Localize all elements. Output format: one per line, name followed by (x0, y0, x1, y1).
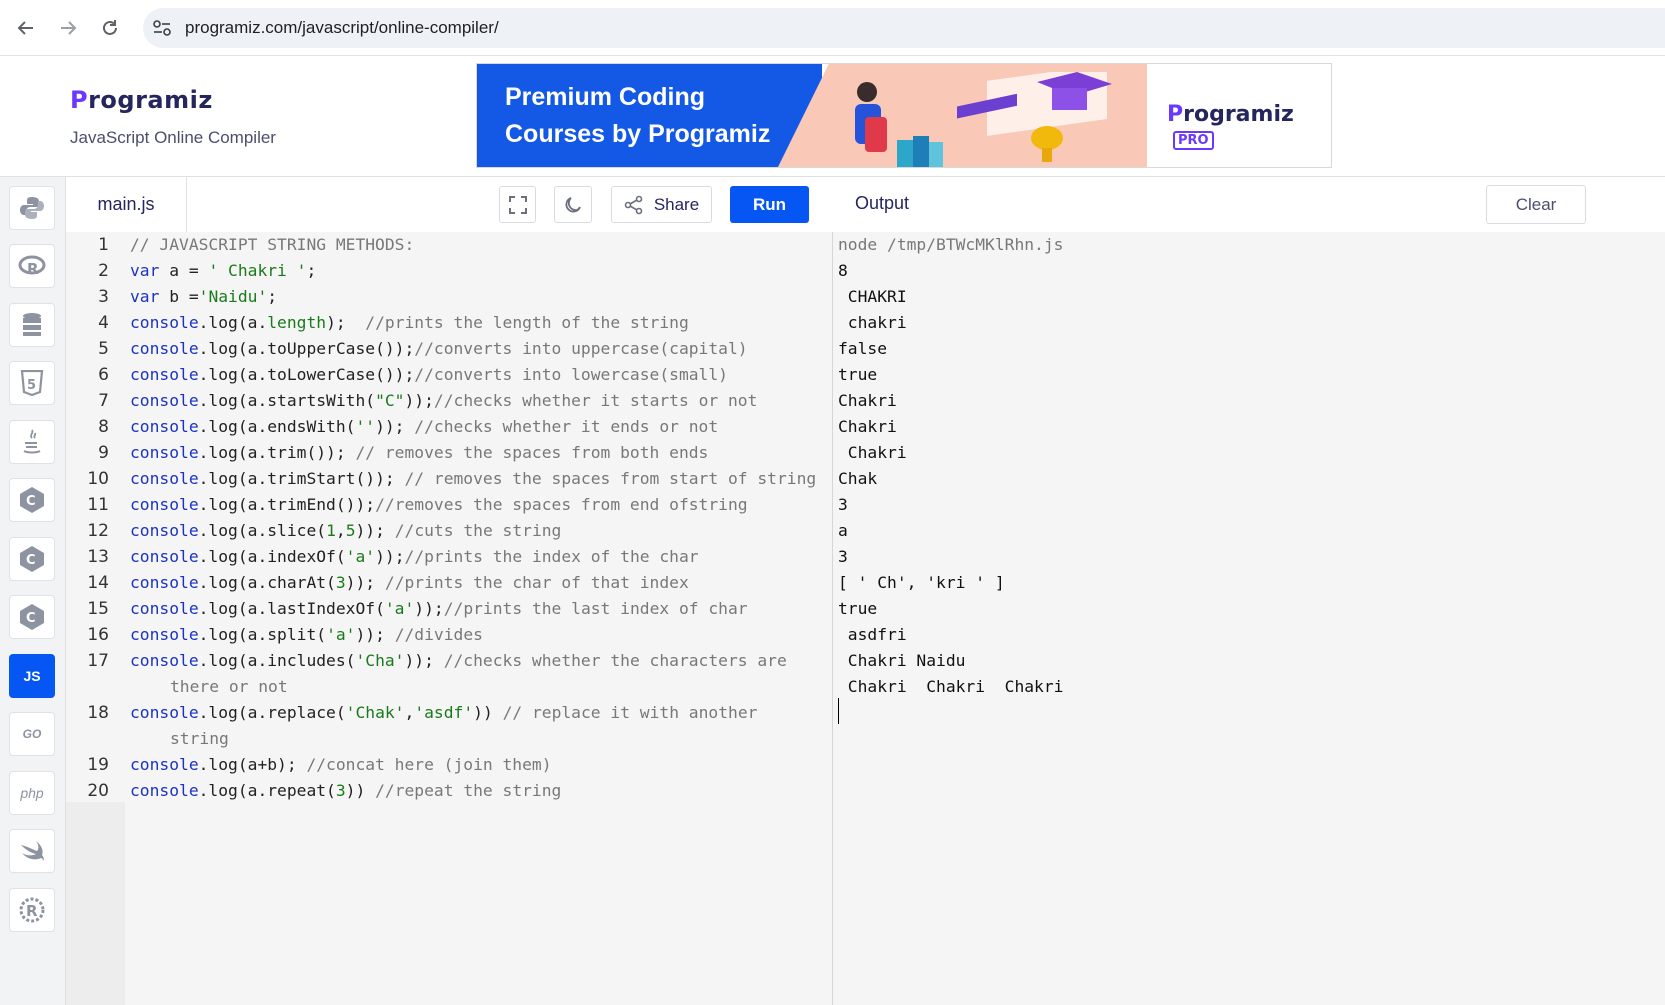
python-icon[interactable] (9, 186, 55, 230)
r-icon[interactable]: R (9, 244, 55, 288)
share-icon (624, 195, 643, 214)
svg-text:5: 5 (27, 378, 36, 393)
svg-text:R: R (26, 902, 38, 920)
browser-toolbar: programiz.com/javascript/online-compiler… (0, 0, 1665, 56)
database-icon[interactable] (9, 303, 55, 347)
moon-icon (565, 196, 581, 212)
java-icon[interactable] (9, 420, 55, 464)
output-line: false (838, 339, 888, 358)
file-tab-main-js[interactable]: main.js (66, 177, 187, 232)
text-cursor (838, 698, 839, 724)
code-editor[interactable]: 1// JAVASCRIPT STRING METHODS: 2 var a = … (66, 232, 833, 1005)
output-line: chakri (838, 313, 917, 332)
site-settings-icon[interactable] (151, 17, 173, 39)
output-line: [ ' Ch', 'kri ' ] (838, 573, 1005, 592)
output-line: Chakri Naidu (838, 651, 966, 670)
svg-text:R: R (27, 260, 39, 278)
fullscreen-icon (508, 195, 527, 214)
js-icon[interactable]: JS (9, 654, 55, 698)
output-line: 8 (838, 261, 848, 280)
output-line: 3 (838, 495, 848, 514)
site-header: Programiz JavaScript Online Compiler Pre… (0, 56, 1665, 177)
go-icon[interactable]: GO (9, 712, 55, 756)
output-line: true (838, 365, 878, 384)
svg-text:C: C (26, 494, 36, 509)
html5-icon[interactable]: 5 (9, 361, 55, 405)
php-icon[interactable]: php (9, 771, 55, 815)
address-bar[interactable]: programiz.com/javascript/online-compiler… (143, 8, 1665, 48)
c-icon[interactable]: C (9, 478, 55, 522)
svg-text:C: C (26, 553, 36, 568)
cpp-icon[interactable]: C (9, 537, 55, 581)
back-icon[interactable] (12, 14, 40, 42)
output-line: node /tmp/BTWcMKlRhn.js (838, 235, 1064, 254)
clear-button[interactable]: Clear (1486, 185, 1586, 224)
output-line: true (838, 599, 878, 618)
ad-banner[interactable]: Premium Coding Courses by Programiz Prog… (476, 63, 1332, 168)
output-console[interactable]: node /tmp/BTWcMKlRhn.js 8 CHAKRI chakri … (833, 232, 1665, 1005)
output-header: Output Clear (833, 177, 1665, 233)
fullscreen-button[interactable] (499, 186, 536, 223)
language-sidebar: R 5 C C C JS GO php R (0, 177, 66, 1005)
rust-icon[interactable]: R (9, 888, 55, 932)
url-text: programiz.com/javascript/online-compiler… (185, 18, 499, 37)
svg-text:C: C (26, 611, 36, 626)
dark-mode-button[interactable] (554, 186, 592, 223)
editor-toolbar: main.js Share Run (66, 177, 832, 233)
banner-title-line2: Courses by Programiz (505, 120, 771, 148)
output-line: Chakri (838, 443, 907, 462)
banner-illustration (855, 72, 1112, 167)
page-subtitle: JavaScript Online Compiler (70, 128, 276, 147)
run-button[interactable]: Run (730, 186, 809, 223)
output-line: Chakri (838, 417, 907, 436)
output-line: 3 (838, 547, 848, 566)
output-line: asdfri (838, 625, 917, 644)
output-line: a (838, 521, 848, 540)
output-line: Chakri Chakri Chakri (838, 677, 1074, 696)
swift-icon[interactable] (9, 829, 55, 873)
forward-icon[interactable] (54, 14, 82, 42)
output-line: Chakri (838, 391, 897, 410)
banner-logo: ProgramizPRO (1167, 102, 1294, 150)
output-title: Output (855, 193, 910, 213)
output-line: Chak (838, 469, 878, 488)
pro-badge: PRO (1173, 130, 1214, 150)
reload-icon[interactable] (96, 14, 124, 42)
csharp-icon[interactable]: C (9, 595, 55, 639)
programiz-logo[interactable]: Programiz (70, 86, 213, 114)
output-line: CHAKRI (838, 287, 917, 306)
share-button[interactable]: Share (611, 186, 712, 223)
banner-title-line1: Premium Coding (505, 83, 706, 111)
